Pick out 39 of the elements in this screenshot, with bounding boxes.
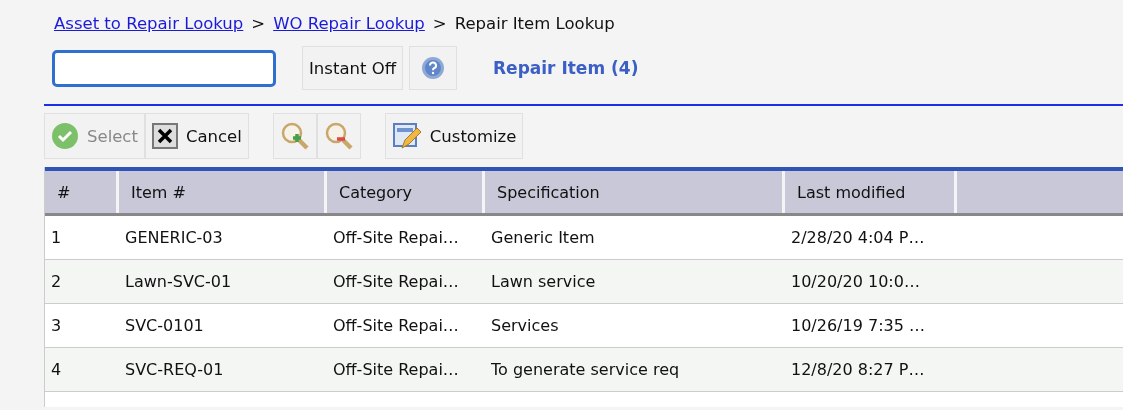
table-cell-text: Lawn service (490, 271, 597, 293)
table-cell-text: 3 (50, 315, 63, 337)
table-cell-text: Off-Site Repai… (332, 271, 460, 293)
zoom-in-button[interactable] (272, 113, 317, 159)
table-cell-text: Services (490, 315, 560, 337)
close-icon (151, 123, 178, 149)
breadcrumb-link[interactable]: WO Repair Lookup (273, 13, 425, 33)
table-cell-text: 1 (50, 227, 63, 249)
search-field[interactable] (52, 49, 276, 87)
check-icon (51, 122, 79, 150)
table-cell-text: 10/20/20 10:0… (790, 271, 921, 293)
breadcrumb-current: Repair Item Lookup (454, 13, 615, 33)
instant-button[interactable]: Instant Off (302, 46, 404, 90)
help-button[interactable] (409, 46, 458, 90)
table-cell-text: To generate service req (490, 359, 681, 381)
table-cell-text: Off-Site Repai… (332, 359, 460, 381)
table-cell-text: Lawn-SVC-01 (124, 271, 233, 293)
form-edit-icon (391, 121, 422, 151)
table-cell-text: Generic Item (490, 227, 596, 249)
table-cell-text: Off-Site Repai… (332, 227, 460, 249)
table-cell-text: SVC-0101 (124, 315, 205, 337)
cancel-button[interactable]: Cancel (144, 113, 249, 159)
table-cell-text: Off-Site Repai… (332, 315, 460, 337)
table-cell-text: 12/8/20 8:27 P… (790, 359, 926, 381)
table-cell-text: 10/26/19 7:35 … (790, 315, 926, 337)
breadcrumb-separator: > (251, 13, 266, 33)
breadcrumb-separator: > (432, 13, 447, 33)
help-icon (421, 56, 446, 80)
lookup-title: Repair Item (4) (493, 58, 639, 78)
customize-button[interactable]: Customize (384, 113, 524, 159)
zoom-out-button[interactable] (316, 113, 361, 159)
table-cell-text: 2/28/20 4:04 P… (790, 227, 926, 249)
table-cell-text: 4 (50, 359, 63, 381)
table-cell-text: GENERIC-03 (124, 227, 224, 249)
breadcrumb-link[interactable]: Asset to Repair Lookup (54, 13, 244, 33)
zoom-out-icon (323, 121, 354, 151)
table-cell-text: 2 (50, 271, 63, 293)
table-cell-text: SVC-REQ-01 (124, 359, 225, 381)
zoom-in-icon (279, 121, 310, 151)
